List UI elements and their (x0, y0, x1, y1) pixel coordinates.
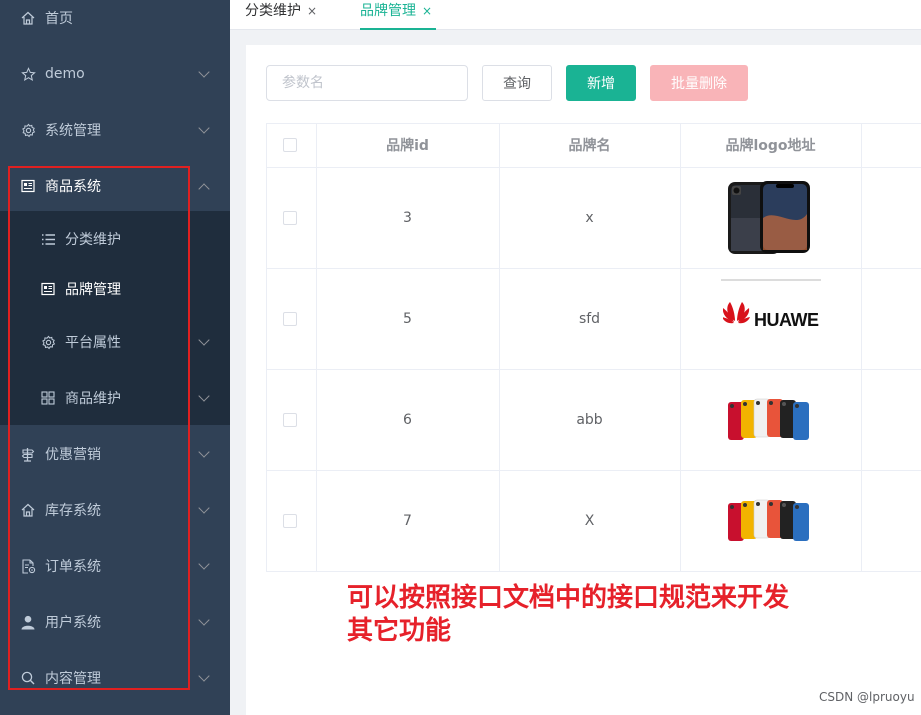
chevron-down-icon (198, 334, 210, 346)
column-header-id[interactable]: 品牌id (316, 123, 499, 167)
column-header-name[interactable]: 品牌名 (499, 123, 680, 167)
row-checkbox[interactable] (283, 312, 297, 326)
sidebar-item-orders[interactable]: 订单系统 (0, 538, 230, 594)
list-panel-icon (40, 281, 56, 297)
gear-icon (40, 334, 56, 350)
sidebar-item-goods-system[interactable]: 商品系统 (0, 158, 230, 214)
sidebar-item-label: 优惠营销 (45, 447, 101, 463)
close-icon[interactable]: × (307, 4, 317, 18)
sidebar-subitem-label: 分类维护 (65, 232, 121, 248)
tab-label: 品牌管理 (360, 3, 416, 19)
tab-brand[interactable]: 品牌管理 × (360, 0, 436, 30)
tab-label: 分类维护 (245, 3, 301, 19)
home-icon (20, 10, 36, 26)
annotation-text: 可以按照接口文档中的接口规范来开发 其它功能 (347, 582, 789, 648)
sidebar-item-home[interactable]: 首页 (0, 0, 230, 46)
chevron-down-icon (198, 66, 210, 78)
close-icon[interactable]: × (422, 4, 432, 18)
chevron-down-icon (198, 614, 210, 626)
row-checkbox[interactable] (283, 514, 297, 528)
star-icon (20, 66, 36, 82)
sidebar-item-label: 订单系统 (45, 559, 101, 575)
sidebar: 首页 demo 系统管理 商品系统 分类维护 品牌管理 平台属性 商品维护 优惠… (0, 0, 230, 715)
sidebar-subitem-label: 平台属性 (65, 335, 121, 351)
iphone-xr-colors-image (727, 499, 809, 541)
query-button[interactable]: 查询 (482, 65, 552, 101)
cell-brand-id: 6 (403, 412, 412, 428)
select-all-checkbox[interactable] (283, 138, 297, 152)
annotation-line: 其它功能 (347, 616, 452, 646)
chevron-up-icon (198, 183, 210, 195)
chevron-down-icon (198, 446, 210, 458)
list-icon (40, 231, 56, 247)
sidebar-item-label: 库存系统 (45, 503, 101, 519)
chevron-down-icon (198, 670, 210, 682)
cell-brand-logo (680, 370, 861, 470)
cell-brand-id: 7 (403, 513, 412, 529)
cell-brand-name: x (585, 210, 594, 226)
sidebar-subitem-label: 品牌管理 (65, 282, 121, 298)
tab-bar: 分类维护 × 品牌管理 × (230, 0, 921, 30)
cell-brand-id: 3 (403, 210, 412, 226)
search-icon (20, 670, 36, 686)
svg-text:HUAWEI: HUAWEI (754, 310, 819, 330)
sidebar-subitem-attributes[interactable]: 平台属性 (0, 317, 230, 367)
cell-brand-name: abb (576, 412, 603, 428)
sidebar-item-label: 商品系统 (45, 179, 101, 195)
iphone-xr-phone-image (727, 181, 810, 254)
sidebar-item-demo[interactable]: demo (0, 46, 230, 102)
cell-brand-name: X (584, 513, 595, 529)
list-panel-icon (20, 178, 36, 194)
home-icon (20, 502, 36, 518)
cell-brand-logo (680, 471, 861, 571)
cell-brand-logo (680, 168, 861, 268)
chevron-down-icon (198, 558, 210, 570)
sidebar-item-content[interactable]: 内容管理 (0, 650, 230, 706)
batch-delete-button[interactable]: 批量删除 (650, 65, 748, 101)
sidebar-item-label: 内容管理 (45, 671, 101, 687)
gear-icon (20, 122, 36, 138)
sidebar-subitem-category[interactable]: 分类维护 (0, 214, 230, 264)
row-checkbox[interactable] (283, 413, 297, 427)
tab-category[interactable]: 分类维护 × (245, 0, 317, 30)
sidebar-item-promotion[interactable]: 优惠营销 (0, 426, 230, 482)
search-input[interactable] (266, 65, 468, 101)
sidebar-item-label: 用户系统 (45, 615, 101, 631)
chevron-down-icon (198, 390, 210, 402)
add-button[interactable]: 新增 (566, 65, 636, 101)
signpost-icon (20, 446, 36, 462)
sidebar-item-system[interactable]: 系统管理 (0, 102, 230, 158)
sidebar-subitem-brand[interactable]: 品牌管理 (0, 264, 230, 314)
grid-icon (40, 390, 56, 406)
chevron-down-icon (198, 502, 210, 514)
row-checkbox[interactable] (283, 211, 297, 225)
sidebar-subitem-label: 商品维护 (65, 391, 121, 407)
document-gear-icon (20, 558, 36, 574)
sidebar-item-inventory[interactable]: 库存系统 (0, 482, 230, 538)
user-icon (20, 614, 36, 630)
iphone-xr-colors-image (727, 398, 809, 440)
sidebar-subitem-goods-maintain[interactable]: 商品维护 (0, 373, 230, 423)
cell-brand-name: sfd (578, 311, 601, 327)
chevron-down-icon (198, 122, 210, 134)
sidebar-item-users[interactable]: 用户系统 (0, 594, 230, 650)
cell-brand-logo: HUAWEI (680, 269, 861, 369)
watermark: CSDN @lpruoyu (819, 690, 915, 704)
huawei-logo-image: HUAWEI (722, 302, 819, 330)
sidebar-item-label: 首页 (45, 11, 73, 27)
sidebar-item-label: 系统管理 (45, 123, 101, 139)
annotation-line: 可以按照接口文档中的接口规范来开发 (347, 583, 790, 613)
column-header-logo[interactable]: 品牌logo地址 (680, 123, 861, 167)
sidebar-item-label: demo (45, 66, 85, 82)
cell-brand-id: 5 (403, 311, 412, 327)
